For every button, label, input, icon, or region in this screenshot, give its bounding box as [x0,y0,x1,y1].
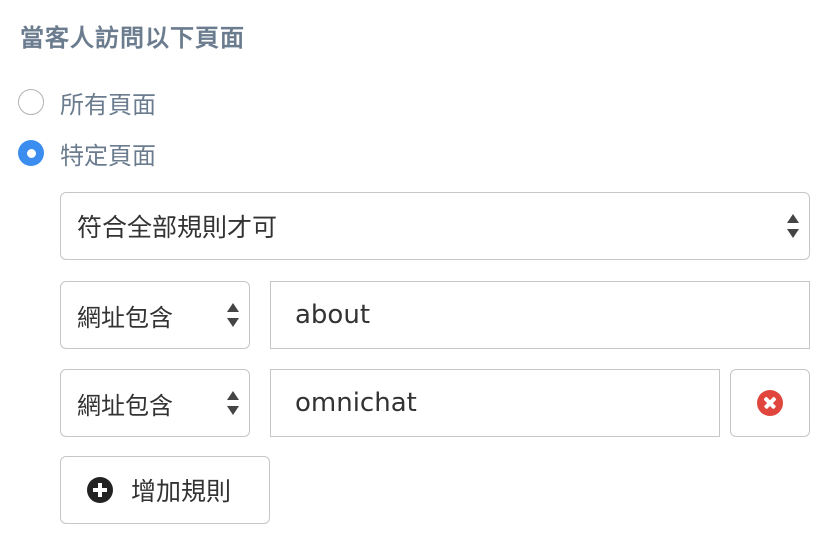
rule-value-input[interactable]: about [270,281,810,349]
radio-option-specific-pages[interactable]: 特定頁面 [18,138,156,170]
rule-condition-select[interactable]: 網址包含 [60,369,250,437]
radio-all-pages[interactable] [18,89,44,115]
radio-option-all-pages[interactable]: 所有頁面 [18,87,156,119]
match-mode-value: 符合全部規則才可 [77,213,278,242]
rule-condition-select[interactable]: 網址包含 [60,281,250,349]
radio-label-all-pages: 所有頁面 [60,90,156,119]
rule-value-input[interactable]: omnichat [270,369,720,437]
rule-value-text: omnichat [295,388,417,418]
rule-value-text: about [295,300,371,330]
remove-rule-button[interactable] [730,369,810,437]
plus-circle-icon [87,477,113,503]
updown-caret-icon [225,390,241,416]
updown-caret-icon [225,302,241,328]
rule-condition-value: 網址包含 [77,303,173,332]
add-rule-button[interactable]: 增加規則 [60,456,270,524]
remove-circle-icon [757,390,783,416]
radio-label-specific-pages: 特定頁面 [60,141,156,170]
radio-specific-pages[interactable] [18,140,44,166]
rule-condition-value: 網址包含 [77,391,173,420]
match-mode-select[interactable]: 符合全部規則才可 [60,192,810,260]
updown-caret-icon [785,213,801,239]
section-title: 當客人訪問以下頁面 [20,24,245,52]
add-rule-label: 增加規則 [131,477,232,506]
